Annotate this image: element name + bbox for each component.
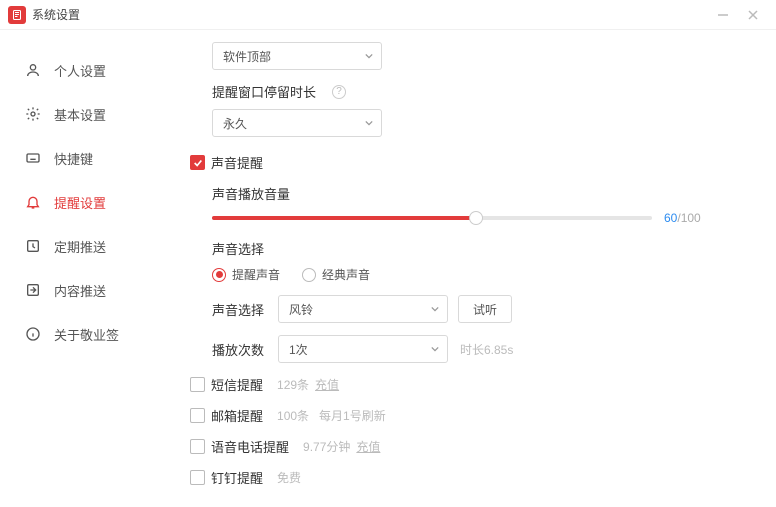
- play-count-select[interactable]: 1次: [278, 335, 448, 363]
- sms-remind-label: 短信提醒: [211, 375, 263, 394]
- sidebar-item-label: 关于敬业签: [54, 325, 119, 344]
- duration-text: 时长6.85s: [460, 341, 513, 358]
- mail-count: 100条: [277, 407, 309, 424]
- mail-remind-label: 邮箱提醒: [211, 406, 263, 425]
- keyboard-icon: [24, 149, 42, 167]
- radio-classic-sound[interactable]: 经典声音: [302, 266, 370, 283]
- radio-dot-icon: [302, 268, 316, 282]
- gear-icon: [24, 105, 42, 123]
- volume-label: 声音播放音量: [212, 187, 290, 202]
- sidebar-item-label: 基本设置: [54, 105, 106, 124]
- mail-remind-checkbox[interactable]: [190, 408, 205, 423]
- ding-free: 免费: [277, 469, 301, 486]
- main-panel: 软件顶部 提醒窗口停留时长 ? 永久 声音提醒 声音播放音量: [170, 30, 776, 507]
- sidebar-item-label: 个人设置: [54, 61, 106, 80]
- stay-duration-label: 提醒窗口停留时长: [212, 82, 316, 101]
- close-button[interactable]: [738, 0, 768, 30]
- send-icon: [24, 281, 42, 299]
- sms-count: 129条: [277, 376, 309, 393]
- chevron-down-icon: [431, 305, 439, 313]
- mail-refresh: 每月1号刷新: [319, 407, 386, 424]
- volume-slider[interactable]: [212, 216, 652, 220]
- sidebar-item-remind[interactable]: 提醒设置: [0, 180, 170, 224]
- sms-recharge-link[interactable]: 充值: [315, 376, 339, 393]
- voice-remind-label: 语音电话提醒: [211, 437, 289, 456]
- select-value: 永久: [223, 115, 247, 132]
- sound-remind-label: 声音提醒: [211, 153, 263, 172]
- ding-remind-label: 钉钉提醒: [211, 468, 263, 487]
- radio-dot-icon: [212, 268, 226, 282]
- clock-icon: [24, 237, 42, 255]
- sidebar-item-label: 定期推送: [54, 237, 106, 256]
- chevron-down-icon: [365, 52, 373, 60]
- sidebar-item-shortcut[interactable]: 快捷键: [0, 136, 170, 180]
- radio-label: 经典声音: [322, 266, 370, 283]
- sound-select-label: 声音选择: [212, 300, 268, 319]
- bell-icon: [24, 193, 42, 211]
- position-select[interactable]: 软件顶部: [212, 42, 382, 70]
- ding-remind-checkbox[interactable]: [190, 470, 205, 485]
- sidebar-item-schedule-push[interactable]: 定期推送: [0, 224, 170, 268]
- sidebar: 个人设置 基本设置 快捷键 提醒设置 定期推送 内容推送 关于敬业签: [0, 30, 170, 507]
- stay-duration-select[interactable]: 永久: [212, 109, 382, 137]
- help-icon[interactable]: ?: [332, 85, 346, 99]
- try-listen-button[interactable]: 试听: [458, 295, 512, 323]
- voice-recharge-link[interactable]: 充值: [356, 438, 380, 455]
- sidebar-item-personal[interactable]: 个人设置: [0, 48, 170, 92]
- radio-label: 提醒声音: [232, 266, 280, 283]
- window-title: 系统设置: [32, 6, 80, 23]
- sidebar-item-basic[interactable]: 基本设置: [0, 92, 170, 136]
- info-icon: [24, 325, 42, 343]
- app-logo: [8, 6, 26, 24]
- voice-remind-checkbox[interactable]: [190, 439, 205, 454]
- slider-thumb[interactable]: [469, 211, 483, 225]
- select-value: 风铃: [289, 301, 313, 318]
- sidebar-item-about[interactable]: 关于敬业签: [0, 312, 170, 356]
- sound-choice-label: 声音选择: [212, 242, 264, 257]
- play-count-label: 播放次数: [212, 340, 268, 359]
- sidebar-item-label: 快捷键: [54, 149, 93, 168]
- user-icon: [24, 61, 42, 79]
- sms-remind-checkbox[interactable]: [190, 377, 205, 392]
- volume-value-display: 60/100: [664, 211, 701, 225]
- sound-remind-checkbox[interactable]: [190, 155, 205, 170]
- chevron-down-icon: [365, 119, 373, 127]
- chevron-down-icon: [431, 345, 439, 353]
- select-value: 软件顶部: [223, 48, 271, 65]
- minimize-button[interactable]: [708, 0, 738, 30]
- sidebar-item-label: 内容推送: [54, 281, 106, 300]
- select-value: 1次: [289, 341, 308, 358]
- titlebar: 系统设置: [0, 0, 776, 30]
- radio-remind-sound[interactable]: 提醒声音: [212, 266, 280, 283]
- sound-select[interactable]: 风铃: [278, 295, 448, 323]
- voice-count: 9.77分钟: [303, 438, 350, 455]
- sidebar-item-content-push[interactable]: 内容推送: [0, 268, 170, 312]
- sidebar-item-label: 提醒设置: [54, 193, 106, 212]
